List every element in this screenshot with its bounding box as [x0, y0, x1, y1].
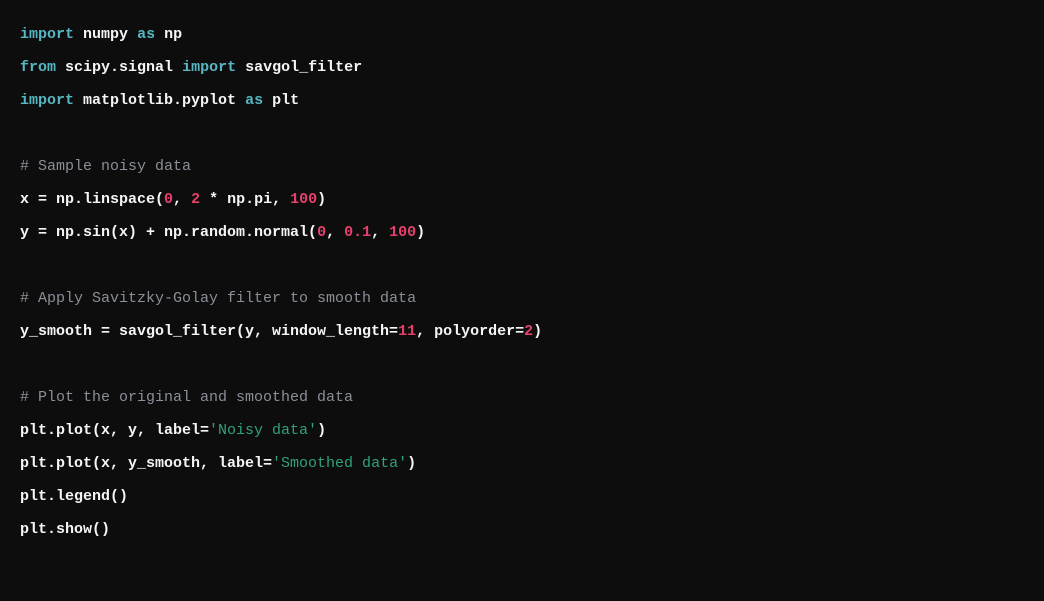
token-kw: import — [20, 92, 74, 109]
token-cmt: # Sample noisy data — [20, 158, 191, 175]
token-kw: from — [20, 59, 56, 76]
code-line: from scipy.signal import savgol_filter — [20, 59, 362, 76]
token-num: 0 — [164, 191, 173, 208]
token-num: 2 — [524, 323, 533, 340]
code-line: import numpy as np — [20, 26, 182, 43]
code-line: plt.plot(x, y_smooth, label='Smoothed da… — [20, 455, 416, 472]
token-num: 0 — [317, 224, 326, 241]
token-mod: plt — [272, 92, 299, 109]
token-cmt: # Plot the original and smoothed data — [20, 389, 353, 406]
token-num: 100 — [389, 224, 416, 241]
token-cmt: # Apply Savitzky-Golay filter to smooth … — [20, 290, 416, 307]
token-mod: matplotlib.pyplot — [83, 92, 236, 109]
code-line: plt.plot(x, y, label='Noisy data') — [20, 422, 326, 439]
code-line: import matplotlib.pyplot as plt — [20, 92, 299, 109]
token-str: 'Smoothed data' — [272, 455, 407, 472]
token-mod: np — [164, 26, 182, 43]
token-num: 11 — [398, 323, 416, 340]
token-kw: import — [182, 59, 236, 76]
token-mod: savgol_filter — [245, 59, 362, 76]
token-kw: import — [20, 26, 74, 43]
code-line: y_smooth = savgol_filter(y, window_lengt… — [20, 323, 542, 340]
token-num: 0.1 — [344, 224, 371, 241]
token-mod: scipy.signal — [65, 59, 173, 76]
code-line: # Plot the original and smoothed data — [20, 389, 353, 406]
token-num: 2 — [191, 191, 200, 208]
code-line: x = np.linspace(0, 2 * np.pi, 100) — [20, 191, 326, 208]
token-num: 100 — [290, 191, 317, 208]
code-line: plt.legend() — [20, 488, 128, 505]
token-str: 'Noisy data' — [209, 422, 317, 439]
token-mod: numpy — [83, 26, 128, 43]
code-line: # Apply Savitzky-Golay filter to smooth … — [20, 290, 416, 307]
code-line: plt.show() — [20, 521, 110, 538]
token-kw: as — [245, 92, 263, 109]
code-line: # Sample noisy data — [20, 158, 191, 175]
code-line: y = np.sin(x) + np.random.normal(0, 0.1,… — [20, 224, 425, 241]
code-editor[interactable]: import numpy as np from scipy.signal imp… — [0, 0, 1044, 564]
token-kw: as — [137, 26, 155, 43]
